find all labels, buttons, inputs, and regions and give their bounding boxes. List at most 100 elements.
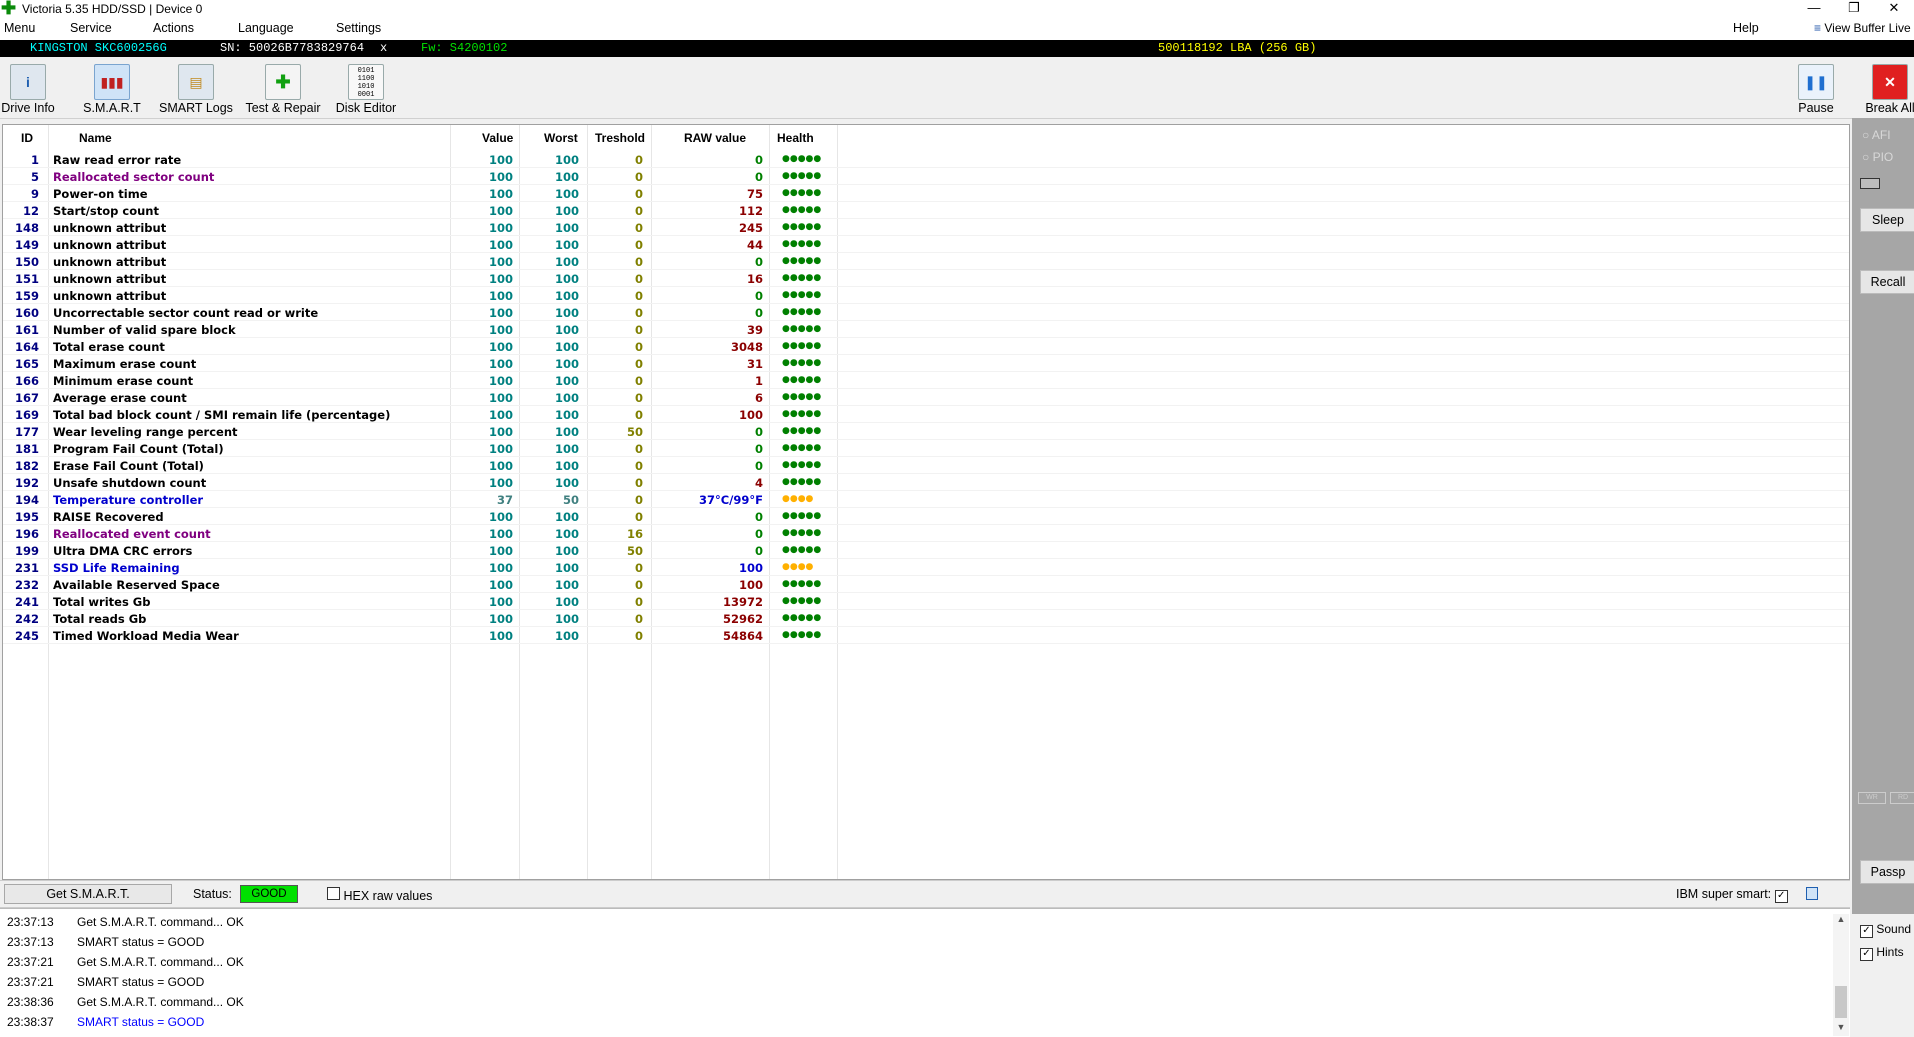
get-smart-button[interactable]: Get S.M.A.R.T. bbox=[4, 884, 172, 904]
sound-checkbox[interactable]: ✓ Sound bbox=[1860, 922, 1911, 938]
table-row[interactable]: 148 unknown attribut 100 100 0 245 ●●●●● bbox=[3, 219, 1839, 236]
table-row[interactable]: 232 Available Reserved Space 100 100 0 100 ●●●… bbox=[3, 576, 1839, 593]
table-row[interactable]: 166 Minimum erase count 100 100 0 1 ●●●●● bbox=[3, 372, 1839, 389]
scroll-down-icon[interactable]: ▼ bbox=[1833, 1022, 1849, 1032]
drive-info-button[interactable]: i Drive Info bbox=[0, 62, 70, 116]
ibm-super-smart-checkbox[interactable]: IBM super smart: ✓ bbox=[1676, 887, 1788, 903]
table-row[interactable]: 1 Raw read error rate 100 100 0 0 ●●●●● bbox=[3, 151, 1839, 168]
table-row[interactable]: 161 Number of valid spare block 100 100 0 39 ●… bbox=[3, 321, 1839, 338]
device-model[interactable]: KINGSTON SKC600256G bbox=[30, 40, 167, 57]
checkbox-checked-icon: ✓ bbox=[1860, 925, 1873, 938]
cell-raw: 0 bbox=[754, 170, 763, 184]
hints-checkbox[interactable]: ✓ Hints bbox=[1860, 945, 1904, 961]
cell-health: ●●●●● bbox=[782, 477, 822, 487]
table-row[interactable]: 160 Uncorrectable sector count read or wr… bbox=[3, 304, 1839, 321]
smart-table[interactable]: ID Name Value Worst Treshold RAW value H… bbox=[2, 124, 1850, 880]
cell-id: 1 bbox=[30, 153, 39, 167]
passp-button[interactable]: Passp bbox=[1860, 860, 1914, 884]
col-header-name[interactable]: Name bbox=[79, 131, 112, 145]
afi-radio[interactable]: ○ AFI bbox=[1862, 128, 1891, 142]
table-row[interactable]: 169 Total bad block count / SMI remain li… bbox=[3, 406, 1839, 423]
col-header-raw[interactable]: RAW value bbox=[684, 131, 746, 145]
table-row[interactable]: 165 Maximum erase count 100 100 0 31 ●●●●● bbox=[3, 355, 1839, 372]
sleep-button[interactable]: Sleep bbox=[1860, 208, 1914, 232]
toggle-indicator[interactable] bbox=[1806, 887, 1818, 900]
cell-health: ●●●●● bbox=[782, 205, 822, 215]
cell-raw: 112 bbox=[738, 204, 763, 218]
table-row[interactable]: 195 RAISE Recovered 100 100 0 0 ●●●●● bbox=[3, 508, 1839, 525]
pio-radio[interactable]: ○ PIO bbox=[1862, 150, 1893, 164]
table-row[interactable]: 5 Reallocated sector count 100 100 0 0 ●●●●● bbox=[3, 168, 1839, 185]
pause-button[interactable]: ❚❚ Pause bbox=[1774, 62, 1858, 116]
close-button[interactable]: ✕ bbox=[1874, 0, 1914, 18]
menu-menu[interactable]: Menu bbox=[4, 21, 35, 35]
smart-logs-button[interactable]: ▤ SMART Logs bbox=[154, 62, 238, 116]
table-row[interactable]: 199 Ultra DMA CRC errors 100 100 50 0 ●●●●● bbox=[3, 542, 1839, 559]
table-row[interactable]: 150 unknown attribut 100 100 0 0 ●●●●● bbox=[3, 253, 1839, 270]
col-header-value[interactable]: Value bbox=[482, 131, 513, 145]
col-header-worst[interactable]: Worst bbox=[544, 131, 578, 145]
scroll-thumb[interactable] bbox=[1835, 986, 1847, 1018]
col-header-health[interactable]: Health bbox=[777, 131, 814, 145]
scroll-up-icon[interactable]: ▲ bbox=[1833, 914, 1849, 924]
checkbox-checked-icon: ✓ bbox=[1860, 948, 1873, 961]
col-header-treshold[interactable]: Treshold bbox=[595, 131, 645, 145]
table-row[interactable]: 245 Timed Workload Media Wear 100 100 0 54864… bbox=[3, 627, 1839, 644]
test-repair-button[interactable]: ✚ Test & Repair bbox=[241, 62, 325, 116]
table-row[interactable]: 242 Total reads Gb 100 100 0 52962 ●●●●● bbox=[3, 610, 1839, 627]
cell-raw: 245 bbox=[738, 221, 763, 235]
log-line: 23:37:13 Get S.M.A.R.T. command... OK bbox=[7, 915, 244, 929]
table-row[interactable]: 167 Average erase count 100 100 0 6 ●●●●● bbox=[3, 389, 1839, 406]
table-row[interactable]: 231 SSD Life Remaining 100 100 0 100 ●●●● bbox=[3, 559, 1839, 576]
table-row[interactable]: 181 Program Fail Count (Total) 100 100 0 0 ●●●… bbox=[3, 440, 1839, 457]
hex-raw-checkbox[interactable]: HEX raw values bbox=[327, 887, 432, 903]
table-row[interactable]: 164 Total erase count 100 100 0 3048 ●●●●● bbox=[3, 338, 1839, 355]
break-all-button[interactable]: ✕ Break All bbox=[1848, 62, 1914, 116]
table-row[interactable]: 9 Power-on time 100 100 0 75 ●●●●● bbox=[3, 185, 1839, 202]
cell-id: 150 bbox=[14, 255, 39, 269]
table-row[interactable]: 12 Start/stop count 100 100 0 112 ●●●●● bbox=[3, 202, 1839, 219]
table-row[interactable]: 196 Reallocated event count 100 100 16 0 ●●●●● bbox=[3, 525, 1839, 542]
cell-worst: 100 bbox=[554, 272, 579, 286]
cell-treshold: 0 bbox=[634, 391, 643, 405]
disk-editor-button[interactable]: 0101 1100 1010 0001 Disk Editor bbox=[324, 62, 408, 116]
cell-health: ●●●●● bbox=[782, 443, 822, 453]
table-row[interactable]: 151 unknown attribut 100 100 0 16 ●●●●● bbox=[3, 270, 1839, 287]
cell-worst: 100 bbox=[554, 527, 579, 541]
recall-button[interactable]: Recall bbox=[1860, 270, 1914, 294]
cell-value: 100 bbox=[488, 459, 513, 473]
device-firmware: Fw: S4200102 bbox=[421, 41, 508, 55]
cell-value: 100 bbox=[488, 629, 513, 643]
smart-tab-button[interactable]: ▮▮▮ S.M.A.R.T bbox=[70, 62, 154, 116]
table-row[interactable]: 194 Temperature controller 37 50 0 37°C/99°F ●… bbox=[3, 491, 1839, 508]
view-buffer-live[interactable]: ≡ View Buffer Live bbox=[1814, 21, 1911, 35]
cell-id: 165 bbox=[14, 357, 39, 371]
cell-value: 100 bbox=[488, 289, 513, 303]
cell-worst: 100 bbox=[554, 595, 579, 609]
table-row[interactable]: 149 unknown attribut 100 100 0 44 ●●●●● bbox=[3, 236, 1839, 253]
stop-icon: ✕ bbox=[1872, 64, 1908, 100]
cell-id: 232 bbox=[14, 578, 39, 592]
log-scrollbar[interactable]: ▲ ▼ bbox=[1833, 914, 1849, 1036]
cell-treshold: 0 bbox=[634, 595, 643, 609]
wr-indicator: WR bbox=[1858, 792, 1886, 804]
minimize-button[interactable]: — bbox=[1794, 0, 1834, 18]
menu-service[interactable]: Service bbox=[70, 21, 112, 35]
table-row[interactable]: 192 Unsafe shutdown count 100 100 0 4 ●●●●● bbox=[3, 474, 1839, 491]
table-row[interactable]: 241 Total writes Gb 100 100 0 13972 ●●●●● bbox=[3, 593, 1839, 610]
restore-button[interactable]: ❐ bbox=[1834, 0, 1874, 18]
menu-language[interactable]: Language bbox=[238, 21, 294, 35]
device-close-x[interactable]: x bbox=[380, 40, 387, 57]
menu-actions[interactable]: Actions bbox=[153, 21, 194, 35]
menu-settings[interactable]: Settings bbox=[336, 21, 381, 35]
table-row[interactable]: 182 Erase Fail Count (Total) 100 100 0 0 ●●●●● bbox=[3, 457, 1839, 474]
table-row[interactable]: 177 Wear leveling range percent 100 100 50 0 ●… bbox=[3, 423, 1839, 440]
cell-name: Erase Fail Count (Total) bbox=[53, 459, 204, 473]
cell-value: 100 bbox=[488, 374, 513, 388]
bottom-bar: Get S.M.A.R.T. Status: GOOD HEX raw valu… bbox=[0, 880, 1850, 908]
menu-help[interactable]: Help bbox=[1733, 21, 1759, 35]
log-line: 23:37:21 Get S.M.A.R.T. command... OK bbox=[7, 955, 244, 969]
cell-treshold: 0 bbox=[634, 289, 643, 303]
col-header-id[interactable]: ID bbox=[21, 131, 33, 145]
table-row[interactable]: 159 unknown attribut 100 100 0 0 ●●●●● bbox=[3, 287, 1839, 304]
